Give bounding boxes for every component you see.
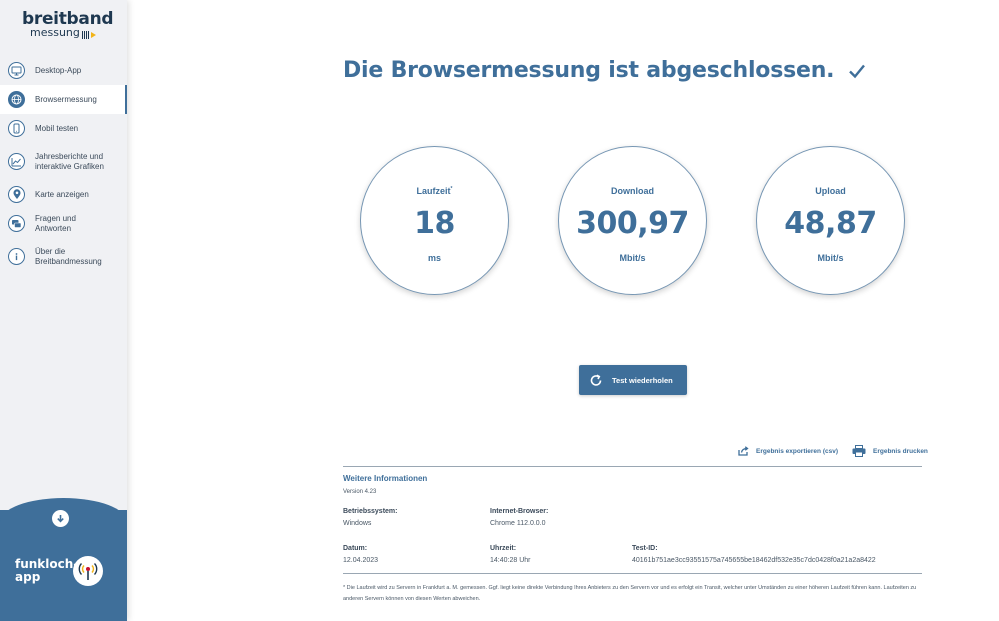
funkloch-app-link[interactable]: funkloch- app [15, 558, 78, 584]
latency-label-text: Laufzeit [416, 186, 451, 196]
version-text: Version 4.23 [343, 489, 377, 495]
logo-wordmark-bottom: messung [30, 27, 96, 39]
upload-value: 48,87 [784, 206, 877, 241]
sidebar-item-jahresberichte[interactable]: Jahresberichte und interaktive Grafiken [0, 143, 127, 180]
sidebar-item-karte[interactable]: Karte anzeigen [0, 180, 127, 209]
download-gauge: Download 300,97 Mbit/s [558, 146, 707, 295]
browser-label: Internet-Browser: [490, 508, 549, 515]
sidebar-item-label: Jahresberichte und interaktive Grafiken [35, 151, 104, 171]
page-title-row: Die Browsermessung ist abgeschlossen. [343, 58, 866, 83]
sidebar-item-desktop-app[interactable]: Desktop-App [0, 56, 127, 85]
time-value: 14:40:28 Uhr [490, 557, 531, 564]
printer-icon [852, 445, 866, 457]
latency-value: 18 [414, 206, 455, 241]
monitor-icon [8, 62, 25, 79]
export-csv-button[interactable]: Ergebnis exportieren (csv) [738, 446, 838, 456]
phone-icon [8, 120, 25, 137]
sidebar-item-label: Browsermessung [35, 94, 97, 104]
latency-gauge: Laufzeit* 18 ms [360, 146, 509, 295]
scroll-down-button[interactable] [52, 510, 69, 527]
breitbandmessung-logo[interactable]: breitband messung [22, 10, 114, 42]
gauge-label: Upload [815, 186, 846, 196]
gauge-label: Download [611, 186, 654, 196]
retry-test-button[interactable]: Test wiederholen [579, 365, 687, 395]
sidebar: breitband messung Desktop-App Browsermes… [0, 0, 127, 621]
logo-bars-icon [81, 30, 96, 39]
funkloch-app-panel: funkloch- app [0, 498, 127, 621]
browser-value: Chrome 112.0.0.0 [490, 520, 546, 527]
result-actions: Ergebnis exportieren (csv) Ergebnis druc… [738, 445, 928, 457]
sidebar-item-label: Desktop-App [35, 65, 82, 75]
antenna-icon[interactable] [73, 556, 103, 586]
sidebar-item-browsermessung[interactable]: Browsermessung [0, 85, 127, 114]
sidebar-item-label: Über die Breitbandmessung [35, 246, 102, 266]
divider [343, 573, 922, 574]
date-label: Datum: [343, 545, 368, 552]
download-value: 300,97 [576, 206, 689, 241]
test-id-label: Test-ID: [632, 545, 658, 552]
page-title: Die Browsermessung ist abgeschlossen. [343, 58, 835, 83]
print-result-label: Ergebnis drucken [873, 447, 928, 455]
chat-icon [8, 215, 25, 232]
sidebar-nav: Desktop-App Browsermessung Mobil testen … [0, 56, 127, 275]
export-icon [738, 446, 749, 456]
map-pin-icon [8, 186, 25, 203]
globe-icon [8, 91, 25, 108]
logo-wordmark-bottom-text: messung [30, 26, 80, 39]
retry-test-label: Test wiederholen [612, 375, 673, 385]
sidebar-item-label: Karte anzeigen [35, 189, 89, 199]
sidebar-item-ueber[interactable]: Über die Breitbandmessung [0, 238, 127, 275]
chart-icon [8, 153, 25, 170]
sidebar-item-mobil-testen[interactable]: Mobil testen [0, 114, 127, 143]
sidebar-item-label: Mobil testen [35, 123, 79, 133]
gauge-label: Laufzeit* [361, 186, 508, 196]
check-icon [849, 64, 866, 78]
os-label: Betriebssystem: [343, 508, 398, 515]
test-id-value: 40161b751ae3cc93551575a745655be18462df53… [632, 557, 876, 564]
latency-footnote: * Die Laufzeit wird zu Servern in Frankf… [343, 585, 917, 602]
refresh-icon [590, 374, 602, 386]
download-unit: Mbit/s [619, 253, 646, 263]
info-icon [8, 248, 25, 265]
sidebar-item-faq[interactable]: Fragen und Antworten [0, 209, 127, 238]
sidebar-item-label: Fragen und Antworten [35, 213, 76, 233]
upload-gauge: Upload 48,87 Mbit/s [756, 146, 905, 295]
print-result-button[interactable]: Ergebnis drucken [852, 445, 928, 457]
info-section-title: Weitere Informationen [343, 474, 428, 483]
divider [343, 466, 922, 467]
time-label: Uhrzeit: [490, 545, 517, 552]
arrow-down-icon [57, 515, 64, 523]
funkloch-line2: app [15, 570, 41, 584]
upload-unit: Mbit/s [817, 253, 844, 263]
os-value: Windows [343, 520, 372, 527]
export-csv-label: Ergebnis exportieren (csv) [756, 447, 838, 455]
date-value: 12.04.2023 [343, 557, 379, 564]
footnote-marker: * [450, 186, 453, 192]
latency-unit: ms [427, 253, 441, 263]
